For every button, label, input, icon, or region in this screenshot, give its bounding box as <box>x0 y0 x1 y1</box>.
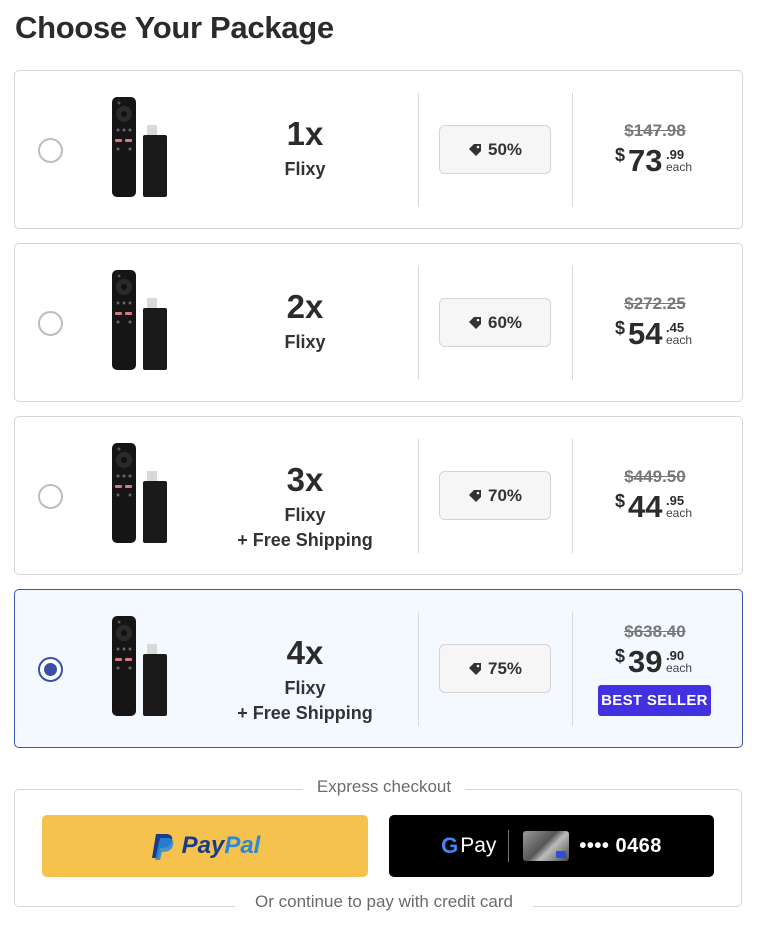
divider <box>418 439 419 553</box>
package-option-3[interactable]: 3x Flixy + Free Shipping 70% $449.50 $ 4… <box>14 416 743 575</box>
discount-badge: 70% <box>439 471 551 520</box>
discount-percent: 50% <box>487 139 523 159</box>
radio-button[interactable] <box>38 138 63 163</box>
divider <box>418 93 419 207</box>
product-image <box>112 443 167 543</box>
package-option-2[interactable]: 2x Flixy 60% $272.25 $ 54 .45 each <box>14 243 743 402</box>
discount-badge: 50% <box>439 125 551 174</box>
price-integer: 54 <box>628 316 663 351</box>
discount-percent: 75% <box>487 658 523 678</box>
currency-symbol: $ <box>615 318 626 338</box>
original-price: $272.25 <box>624 294 686 313</box>
best-seller-badge: BEST SELLER <box>598 685 711 716</box>
shipping-note: + Free Shipping <box>237 530 373 550</box>
paypal-label-part1: Pay <box>181 832 225 859</box>
card-icon <box>523 831 570 861</box>
page-title: Choose Your Package <box>15 10 334 45</box>
paypal-label-part2: Pal <box>224 832 261 859</box>
package-option-1[interactable]: 1x Flixy 50% $147.98 $ 73 .99 each <box>14 70 743 229</box>
google-g-icon: G <box>441 833 459 858</box>
product-image <box>112 97 167 197</box>
package-quantity: 2x <box>286 288 324 325</box>
product-image <box>112 616 167 716</box>
price-each-label: each <box>666 160 693 174</box>
currency-symbol: $ <box>615 491 626 511</box>
express-checkout-label: Express checkout <box>302 777 466 796</box>
price-integer: 39 <box>628 644 663 679</box>
price-each-label: each <box>666 661 693 675</box>
package-quantity: 1x <box>286 115 324 152</box>
product-name: Flixy <box>284 332 326 352</box>
divider <box>572 439 573 553</box>
price-block: $147.98 $ 73 .99 each <box>595 121 735 181</box>
tag-icon <box>468 662 481 675</box>
paypal-icon <box>151 834 173 860</box>
product-name: Flixy <box>284 505 326 525</box>
google-pay-button[interactable]: G Pay •••• 0468 <box>389 815 714 877</box>
currency-symbol: $ <box>615 145 626 165</box>
original-price: $147.98 <box>624 121 686 140</box>
tag-icon <box>468 489 481 502</box>
discount-percent: 60% <box>487 312 523 332</box>
tag-icon <box>468 143 481 156</box>
gpay-label: Pay <box>460 834 497 857</box>
package-quantity: 4x <box>286 634 324 671</box>
paypal-button[interactable]: PayPal <box>42 815 368 877</box>
product-name: Flixy <box>284 678 326 698</box>
discount-badge: 60% <box>439 298 551 347</box>
price-block: $272.25 $ 54 .45 each <box>595 294 735 354</box>
radio-button-selected[interactable] <box>38 657 63 682</box>
original-price: $638.40 <box>624 622 686 641</box>
price-integer: 73 <box>628 143 663 178</box>
divider <box>418 266 419 380</box>
radio-button[interactable] <box>38 311 63 336</box>
divider <box>572 266 573 380</box>
alt-payment-label: Or continue to pay with credit card <box>235 892 533 911</box>
divider <box>572 612 573 726</box>
discount-badge: 75% <box>439 644 551 693</box>
price-each-label: each <box>666 506 693 520</box>
currency-symbol: $ <box>615 646 626 666</box>
package-quantity: 3x <box>286 461 324 498</box>
radio-button[interactable] <box>38 484 63 509</box>
price-integer: 44 <box>628 489 663 524</box>
product-image <box>112 270 167 370</box>
price-block: $638.40 $ 39 .90 each <box>595 622 735 682</box>
shipping-note: + Free Shipping <box>237 703 373 723</box>
divider <box>418 612 419 726</box>
divider <box>508 830 510 862</box>
price-block: $449.50 $ 44 .95 each <box>595 467 735 527</box>
discount-percent: 70% <box>487 485 523 505</box>
product-name: Flixy <box>284 159 326 179</box>
original-price: $449.50 <box>624 467 686 486</box>
price-each-label: each <box>666 333 693 347</box>
package-option-4[interactable]: 4x Flixy + Free Shipping 75% $638.40 $ 3… <box>14 589 743 748</box>
divider <box>572 93 573 207</box>
card-number: •••• 0468 <box>579 834 662 857</box>
tag-icon <box>468 316 481 329</box>
